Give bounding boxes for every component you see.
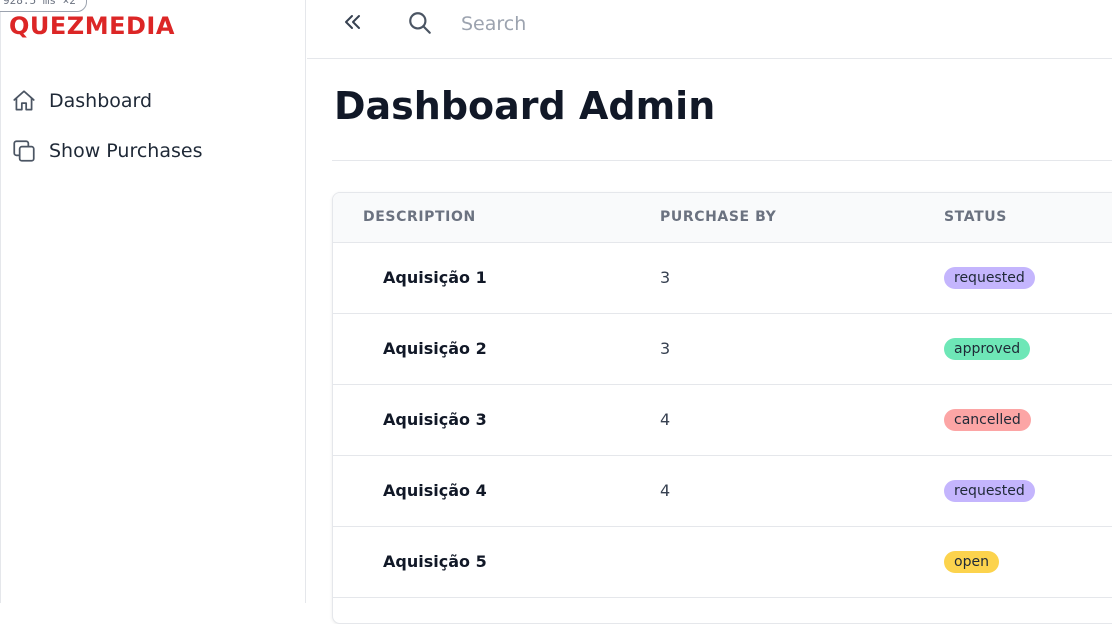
sidebar: QUEZMEDIA Dashboard Show Purchases [0,0,306,603]
sidebar-item-show-purchases[interactable]: Show Purchases [11,138,202,164]
status-badge: cancelled [944,408,1031,431]
cell-description: Aquisição 5 [383,552,487,571]
status-badge: requested [944,479,1035,502]
cell-purchase-by: 4 [660,410,671,429]
table-row[interactable]: Aquisição 4 4 requested [333,455,1112,526]
table-header-row: DESCRIPTION PURCHASE BY STATUS [333,193,1112,243]
cell-status: open [944,526,1112,597]
search-icon [409,12,431,34]
status-badge: requested [944,266,1035,289]
table-row[interactable]: Aquisição 1 3 requested [333,242,1112,313]
cell-description: Aquisição 4 [383,481,487,500]
cell-description: Aquisição 1 [383,268,487,287]
purchases-table-card: DESCRIPTION PURCHASE BY STATUS Aquisição… [332,192,1112,624]
performance-badge: 928.5 ms ×2 [0,0,87,12]
title-divider [332,160,1112,161]
column-header-description[interactable]: DESCRIPTION [333,193,660,243]
status-badge: open [944,550,999,573]
table-row[interactable]: Aquisição 5 open [333,526,1112,597]
cell-description: Aquisição 2 [383,339,487,358]
cell-status: requested [944,455,1112,526]
cell-status: cancelled [944,384,1112,455]
brand-logo[interactable]: QUEZMEDIA [9,12,175,40]
home-icon [13,90,35,111]
purchases-table: DESCRIPTION PURCHASE BY STATUS Aquisição… [333,193,1112,598]
top-bar [307,0,1112,59]
column-header-status[interactable]: STATUS [944,193,1112,243]
sidebar-item-dashboard[interactable]: Dashboard [11,88,152,114]
table-row[interactable]: Aquisição 3 4 cancelled [333,384,1112,455]
cell-status: requested [944,242,1112,313]
page-title: Dashboard Admin [334,84,716,128]
sidebar-item-label: Show Purchases [49,140,203,162]
copy-icon [13,140,35,162]
cell-purchase-by [660,526,944,597]
cell-purchase-by: 3 [660,268,671,287]
sidebar-item-label: Dashboard [49,90,153,112]
chevrons-left-icon[interactable] [341,10,365,34]
cell-purchase-by: 3 [660,339,671,358]
table-row[interactable]: Aquisição 2 3 approved [333,313,1112,384]
search-input[interactable] [459,6,863,42]
cell-status: approved [944,313,1112,384]
cell-description: Aquisição 3 [383,410,487,429]
column-header-purchase-by[interactable]: PURCHASE BY [660,193,944,243]
status-badge: approved [944,337,1031,360]
cell-purchase-by: 4 [660,481,671,500]
